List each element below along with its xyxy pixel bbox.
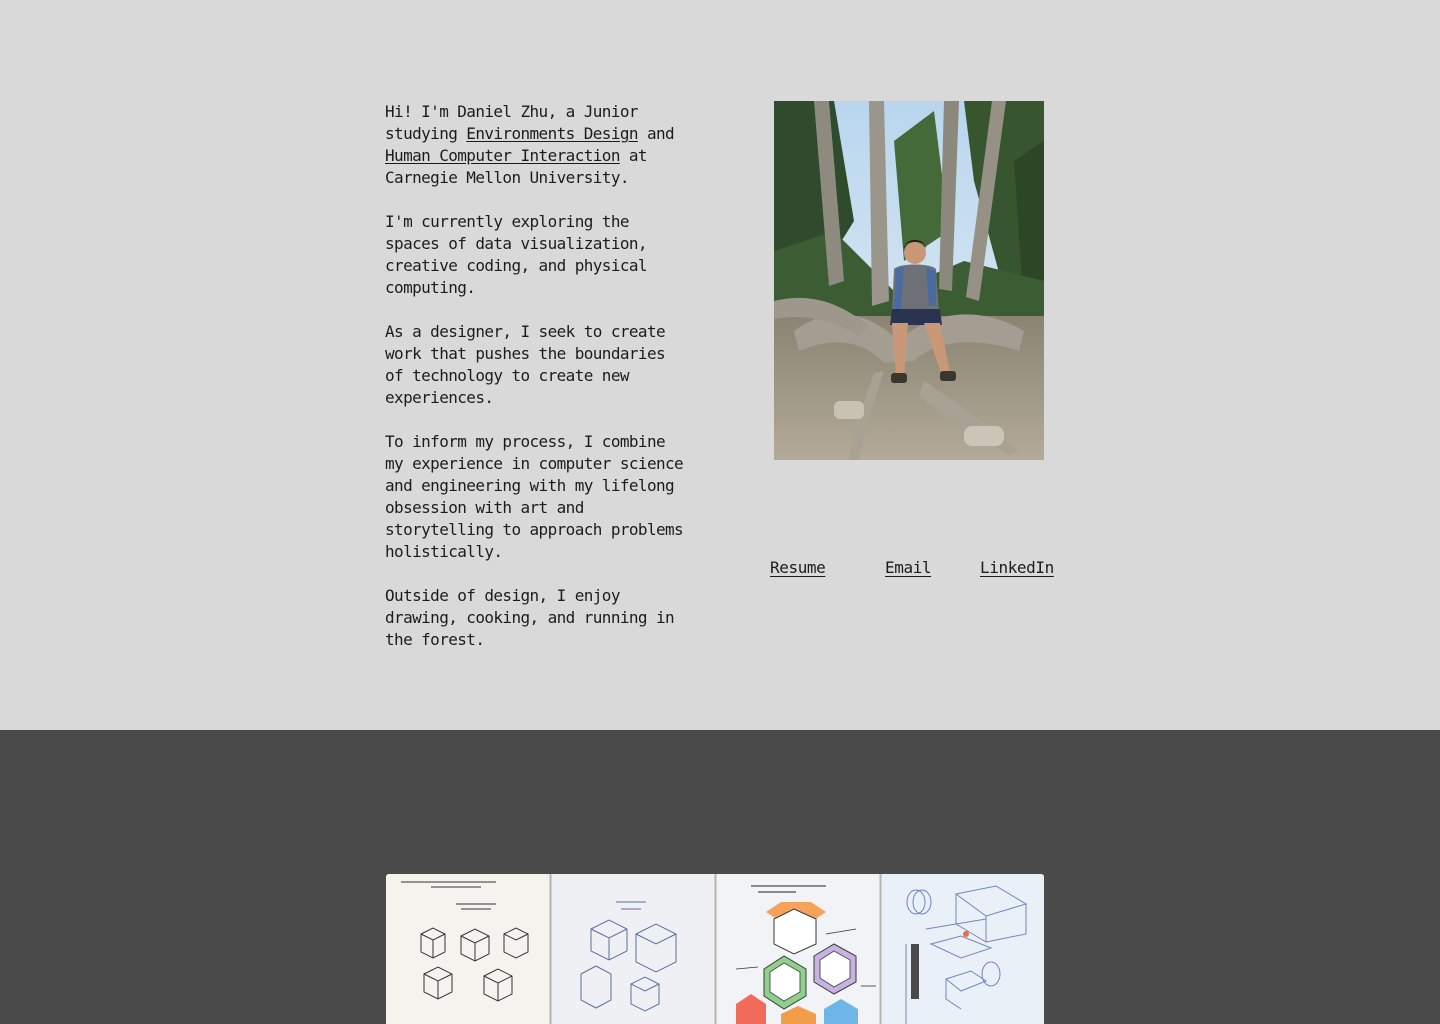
profile-photo-illustration <box>774 101 1044 460</box>
email-link[interactable]: Email <box>885 558 932 577</box>
bio-paragraph-intro: Hi! I'm Daniel Zhu, a Junior studying En… <box>385 101 685 189</box>
sketchbook-illustration <box>386 874 1044 1024</box>
bio-paragraph-hobbies: Outside of design, I enjoy drawing, cook… <box>385 586 675 649</box>
bio-paragraph-designer: As a designer, I seek to create work tha… <box>385 322 666 407</box>
about-section: Hi! I'm Daniel Zhu, a Junior studying En… <box>0 0 1440 730</box>
environments-design-link[interactable]: Environments Design <box>466 124 638 143</box>
sketchbook-image[interactable] <box>386 874 1044 1024</box>
bio-paragraph-process: To inform my process, I combine my exper… <box>385 432 684 561</box>
bio-intro-and: and <box>637 124 675 143</box>
bio-paragraph-interests: I'm currently exploring the spaces of da… <box>385 212 648 297</box>
profile-photo <box>774 101 1044 460</box>
linkedin-link[interactable]: LinkedIn <box>980 558 1054 577</box>
contact-links: Resume Email LinkedIn <box>770 558 1054 582</box>
work-section <box>0 730 1440 1024</box>
resume-link[interactable]: Resume <box>770 558 826 577</box>
hci-link[interactable]: Human Computer Interaction <box>385 146 620 165</box>
bio-text: Hi! I'm Daniel Zhu, a Junior studying En… <box>385 101 685 673</box>
